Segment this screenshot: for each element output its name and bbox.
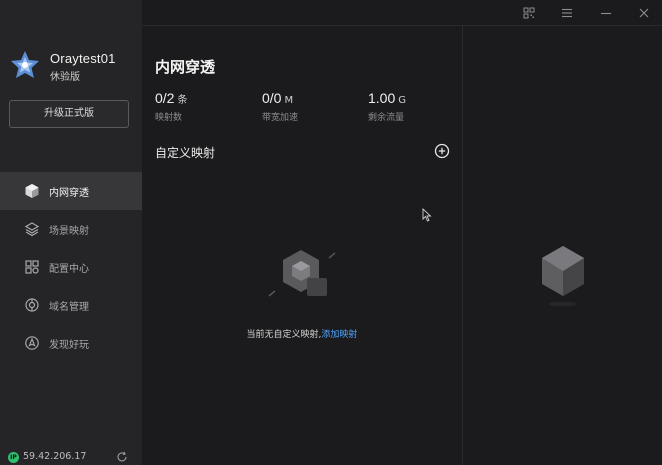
globe-icon — [25, 298, 39, 312]
cube-icon — [25, 184, 39, 198]
stat-value: 0/0 — [262, 90, 282, 106]
compass-icon — [25, 336, 39, 350]
upgrade-button[interactable]: 升级正式版 — [9, 100, 129, 128]
sidebar-item-config[interactable]: 配置中心 — [0, 248, 142, 286]
sidebar-item-label: 发现好玩 — [49, 339, 89, 351]
empty-state-text: 当前无自定义映射,添加映射 — [142, 327, 462, 340]
cube-placeholder-icon — [542, 246, 584, 307]
stat-unit: G — [398, 95, 406, 106]
grid-icon — [25, 260, 39, 274]
minimize-icon[interactable] — [597, 4, 615, 22]
empty-message: 当前无自定义映射, — [246, 330, 322, 340]
section-title: 自定义映射 — [155, 146, 216, 160]
sidebar-item-label: 内网穿透 — [49, 187, 89, 199]
stat-label: 剩余流量 — [368, 113, 405, 123]
user-name: Oraytest01 — [50, 51, 116, 66]
star-badge-icon — [11, 51, 39, 78]
user-plan: 休验版 — [50, 72, 80, 83]
stat-mappings: 0/2 条 映射数 — [155, 88, 187, 123]
stat-unit: M — [284, 95, 294, 106]
ip-address: 59.42.206.17 — [23, 451, 87, 462]
add-mapping-icon[interactable] — [434, 143, 450, 159]
user-profile[interactable]: Oraytest01 休验版 — [10, 50, 138, 84]
stat-label: 映射数 — [155, 113, 183, 123]
ip-badge: IP — [8, 452, 19, 463]
sidebar-item-label: 场景映射 — [49, 225, 89, 237]
title-bar — [142, 0, 662, 26]
sidebar-item-discover[interactable]: 发现好玩 — [0, 324, 142, 362]
layers-icon — [24, 222, 40, 237]
stat-value: 0/2 — [155, 90, 175, 106]
ip-footer: IP 59.42.206.17 — [8, 451, 138, 465]
refresh-icon[interactable] — [116, 451, 128, 463]
stat-value: 1.00 — [368, 90, 396, 106]
main-panel: 内网穿透 0/2 条 映射数 0/0 M 带宽加速 1.00 G 剩余流量 自定义映射… — [142, 26, 462, 465]
sidebar-item-label: 配置中心 — [49, 263, 89, 275]
stat-traffic: 1.00 G 剩余流量 — [368, 88, 406, 123]
sidebar-item-scene[interactable]: 场景映射 — [0, 210, 142, 248]
empty-state-illustration — [268, 250, 336, 297]
stat-label: 带宽加速 — [262, 113, 299, 123]
close-icon[interactable] — [635, 4, 653, 22]
sidebar-item-domain[interactable]: 域名管理 — [0, 286, 142, 324]
stat-unit: 条 — [177, 95, 188, 106]
add-mapping-link[interactable]: 添加映射 — [321, 330, 357, 340]
sidebar: Oraytest01 休验版 升级正式版 内网穿透 场景映射 配置中心 域名管理… — [0, 0, 142, 465]
sidebar-item-intranet[interactable]: 内网穿透 — [0, 172, 142, 210]
sidebar-nav: 内网穿透 场景映射 配置中心 域名管理 发现好玩 — [0, 172, 142, 362]
qrcode-icon[interactable] — [520, 4, 538, 22]
menu-icon[interactable] — [558, 4, 576, 22]
page-title: 内网穿透 — [155, 58, 216, 76]
sidebar-item-label: 域名管理 — [49, 301, 89, 313]
panel-divider — [462, 26, 463, 465]
mouse-cursor-icon — [422, 208, 432, 222]
stat-bandwidth: 0/0 M 带宽加速 — [262, 88, 298, 123]
